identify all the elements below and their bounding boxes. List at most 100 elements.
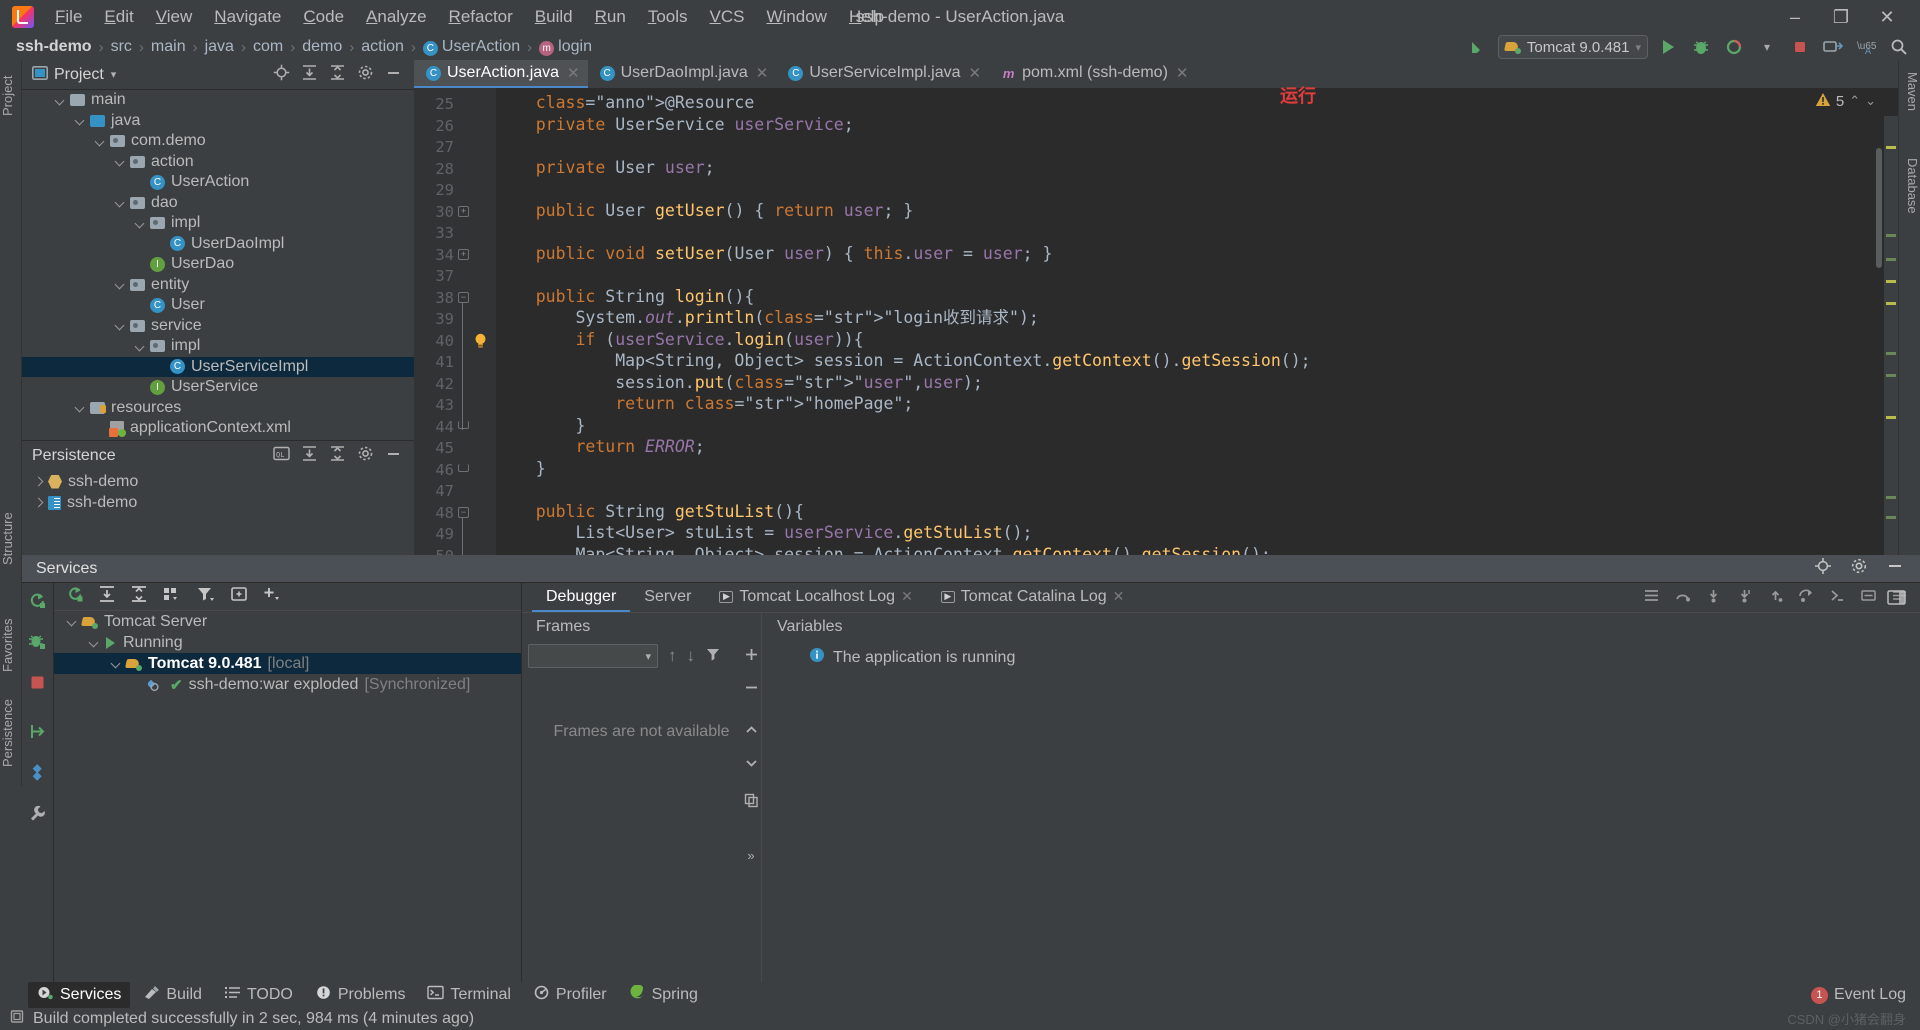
chevron-down-icon[interactable]: ▾ bbox=[111, 68, 117, 81]
persistence-tree-node[interactable]: ssh-demo bbox=[22, 471, 414, 492]
breadcrumb-item-main[interactable]: main bbox=[151, 38, 186, 56]
more-run-options-icon[interactable]: ▾ bbox=[1754, 35, 1780, 59]
search-icon[interactable] bbox=[1886, 35, 1912, 59]
move-down-icon[interactable] bbox=[744, 754, 759, 774]
services-tree-node[interactable]: ✔ ssh-demo:war exploded [Synchronized] bbox=[54, 674, 521, 695]
close-icon[interactable]: ✕ bbox=[756, 64, 769, 82]
chevron-down-icon[interactable] bbox=[134, 217, 147, 230]
locate-icon[interactable] bbox=[273, 64, 290, 86]
debug-button[interactable] bbox=[1688, 35, 1714, 59]
close-icon[interactable]: ✕ bbox=[901, 588, 913, 605]
project-tree-node[interactable]: C UserDaoImpl bbox=[22, 234, 414, 255]
project-tree-node[interactable]: C UserAction bbox=[22, 172, 414, 193]
thread-icon[interactable] bbox=[28, 763, 47, 787]
bottom-tab-spring[interactable]: Spring bbox=[620, 982, 707, 1008]
group-icon[interactable] bbox=[162, 585, 182, 608]
persistence-tree[interactable]: ssh-demo ssh-demo bbox=[22, 471, 414, 513]
step-out-icon[interactable] bbox=[1767, 588, 1784, 608]
debugger-tab-tomcat-localhost-log[interactable]: ▶ Tomcat Localhost Log ✕ bbox=[705, 583, 926, 612]
stop-button[interactable] bbox=[1787, 35, 1813, 59]
debugger-tab-debugger[interactable]: Debugger bbox=[532, 583, 631, 612]
expand-all-icon[interactable] bbox=[301, 445, 318, 467]
chevron-right-icon[interactable] bbox=[32, 475, 45, 488]
bottom-tab-problems[interactable]: Problems bbox=[306, 982, 415, 1008]
filter-icon[interactable] bbox=[705, 646, 721, 667]
menu-item-run[interactable]: Run bbox=[584, 3, 637, 31]
evaluate-icon[interactable] bbox=[1829, 588, 1846, 608]
close-icon[interactable]: ✕ bbox=[1113, 588, 1125, 605]
settings-icon[interactable] bbox=[357, 64, 374, 86]
wrench-icon[interactable] bbox=[28, 804, 47, 828]
layout-icon[interactable] bbox=[1643, 588, 1660, 608]
copy-icon[interactable] bbox=[744, 793, 759, 813]
add-tab-icon[interactable] bbox=[230, 585, 248, 608]
code-editor[interactable]: 25 26 27 28 29 30 +33 34 +37 38−39 40 41 42 43 44 45 46 4… bbox=[414, 88, 1898, 555]
stop-icon[interactable] bbox=[28, 673, 47, 697]
console-icon[interactable]: QL bbox=[273, 446, 290, 466]
close-button[interactable]: ✕ bbox=[1864, 2, 1910, 32]
debugger-tab-server[interactable]: Server bbox=[630, 583, 705, 612]
hide-panel-icon[interactable] bbox=[385, 64, 402, 86]
move-up-icon[interactable] bbox=[744, 721, 759, 741]
menu-item-window[interactable]: Window bbox=[755, 3, 837, 31]
chevron-down-icon[interactable] bbox=[114, 155, 127, 168]
editor-tab-pom-xml-ssh-demo-[interactable]: m pom.xml (ssh-demo) ✕ bbox=[989, 60, 1196, 88]
debugger-tab-tomcat-catalina-log[interactable]: ▶ Tomcat Catalina Log ✕ bbox=[927, 583, 1139, 612]
run-button[interactable] bbox=[1655, 35, 1681, 59]
tool-tab-structure[interactable]: Structure bbox=[0, 500, 22, 578]
persistence-tree-node[interactable]: ssh-demo bbox=[22, 492, 414, 513]
close-icon[interactable]: ✕ bbox=[969, 64, 982, 82]
code-fold-toggle[interactable]: + bbox=[458, 248, 469, 260]
collapse-all-icon[interactable] bbox=[329, 445, 346, 467]
editor-scrollbar-thumb[interactable] bbox=[1876, 148, 1882, 268]
chevron-down-icon[interactable] bbox=[94, 135, 107, 148]
chevron-down-icon[interactable] bbox=[74, 114, 87, 127]
breadcrumb-item-java[interactable]: java bbox=[205, 38, 234, 56]
run-to-cursor-icon[interactable] bbox=[1798, 588, 1815, 608]
bottom-tab-profiler[interactable]: Profiler bbox=[524, 982, 616, 1008]
prev-problem-icon[interactable]: ⌃ bbox=[1849, 93, 1860, 109]
debug-icon[interactable] bbox=[28, 632, 47, 656]
project-tree-node[interactable]: C User bbox=[22, 295, 414, 316]
services-tree-node[interactable]: Running bbox=[54, 632, 521, 653]
menu-item-refactor[interactable]: Refactor bbox=[438, 3, 524, 31]
filter-icon[interactable] bbox=[196, 585, 216, 608]
chevron-right-icon[interactable] bbox=[32, 496, 45, 509]
remove-watch-icon[interactable] bbox=[744, 680, 759, 700]
editor-inspection-widget[interactable]: 5 ⌃ ⌄ bbox=[1815, 88, 1882, 114]
arrow-up-left-icon[interactable] bbox=[1465, 35, 1491, 59]
project-tree-node[interactable]: resources bbox=[22, 398, 414, 419]
menu-item-help[interactable]: Help bbox=[838, 3, 895, 31]
tool-tab-favorites[interactable]: Favorites bbox=[0, 605, 22, 685]
breadcrumb-item-ssh-demo[interactable]: ssh-demo bbox=[16, 38, 92, 56]
project-tree-node[interactable]: I UserDao bbox=[22, 254, 414, 275]
project-tree-node[interactable]: entity bbox=[22, 275, 414, 296]
menu-item-view[interactable]: View bbox=[145, 3, 204, 31]
restart-icon[interactable] bbox=[66, 585, 84, 608]
thread-selector[interactable]: ▾ bbox=[528, 644, 658, 668]
tool-tab-database[interactable]: Database bbox=[1898, 150, 1920, 222]
rerun-icon[interactable] bbox=[28, 591, 47, 615]
breadcrumb-item-com[interactable]: com bbox=[253, 38, 283, 56]
project-tree[interactable]: main java com.demo action C UserAction dao impl… bbox=[22, 90, 414, 440]
tool-tab-maven[interactable]: Maven bbox=[1898, 66, 1920, 118]
pin-tab-icon[interactable] bbox=[1887, 589, 1906, 611]
project-tree-node[interactable]: service bbox=[22, 316, 414, 337]
project-tree-node[interactable]: dao bbox=[22, 193, 414, 214]
tool-tab-project[interactable]: Project bbox=[0, 64, 22, 128]
chevron-down-icon[interactable] bbox=[114, 278, 127, 291]
services-tree-node[interactable]: Tomcat Server bbox=[54, 611, 521, 632]
mute-breakpoints-icon[interactable] bbox=[1860, 588, 1877, 608]
expand-all-icon[interactable] bbox=[98, 585, 116, 608]
menu-item-tools[interactable]: Tools bbox=[637, 3, 699, 31]
code-fold-toggle[interactable]: − bbox=[458, 291, 469, 303]
project-tree-node[interactable]: C UserServiceImpl bbox=[22, 356, 414, 377]
expand-all-icon[interactable] bbox=[301, 64, 318, 86]
run-with-coverage-button[interactable] bbox=[1721, 35, 1747, 59]
menu-item-file[interactable]: File bbox=[44, 3, 93, 31]
editor-tab-userdaoimpl-java[interactable]: C UserDaoImpl.java ✕ bbox=[588, 60, 777, 88]
menu-item-analyze[interactable]: Analyze bbox=[355, 3, 437, 31]
add-watch-icon[interactable] bbox=[744, 647, 759, 667]
settings-icon[interactable] bbox=[1850, 557, 1868, 580]
collapse-all-icon[interactable] bbox=[130, 585, 148, 608]
